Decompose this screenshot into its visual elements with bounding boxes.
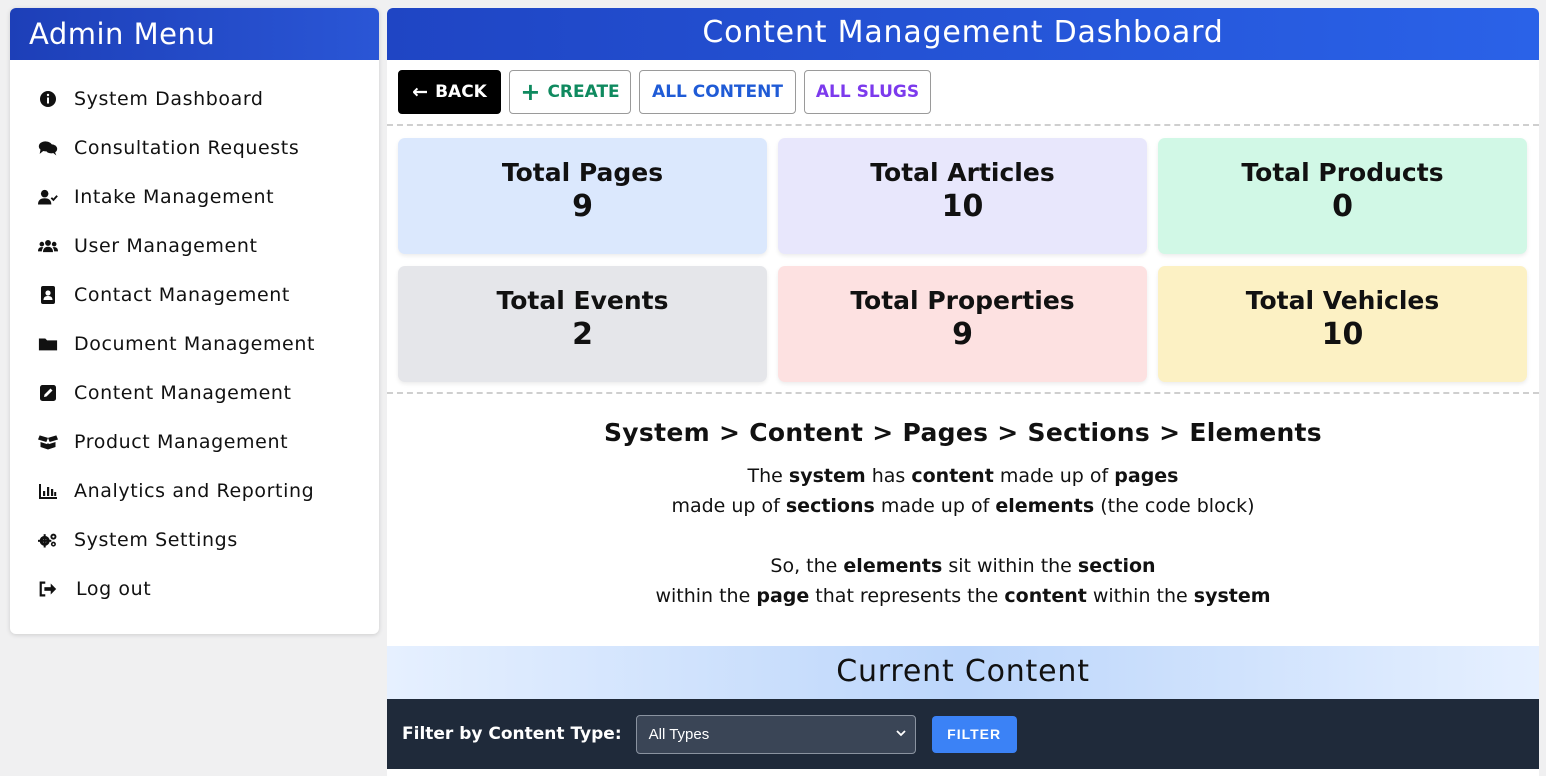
stat-title: Total Products [1241, 158, 1444, 187]
sidebar-item-label: Contact Management [74, 283, 290, 306]
hierarchy-explanation: System > Content > Pages > Sections > El… [387, 394, 1539, 646]
stat-value: 9 [952, 317, 973, 352]
back-button[interactable]: ← BACK [398, 70, 501, 114]
stat-card-total-articles: Total Articles 10 [778, 138, 1147, 254]
explanation-line-1: The system has content made up of pages [747, 465, 1179, 487]
all-content-button[interactable]: ALL CONTENT [639, 70, 796, 114]
stat-title: Total Properties [850, 286, 1075, 315]
address-book-icon [37, 284, 59, 306]
stat-value: 0 [1332, 189, 1353, 224]
explanation-line-4: within the page that represents the cont… [655, 585, 1271, 607]
sidebar-item-system-dashboard[interactable]: System Dashboard [10, 74, 379, 123]
hierarchy-title: System > Content > Pages > Sections > El… [604, 418, 1322, 447]
info-circle-icon [37, 88, 59, 110]
stat-value: 10 [941, 189, 984, 224]
sidebar-item-label: Analytics and Reporting [74, 479, 315, 502]
all-slugs-button[interactable]: ALL SLUGS [804, 70, 931, 114]
chevron-down-icon [895, 726, 907, 743]
action-toolbar: ← BACK + CREATE ALL CONTENT ALL SLUGS [387, 60, 1539, 126]
all-slugs-button-label: ALL SLUGS [815, 82, 920, 102]
sidebar-item-label: Consultation Requests [74, 136, 300, 159]
comments-icon [37, 137, 59, 159]
page-title: Content Management Dashboard [387, 8, 1539, 60]
sidebar-item-consultation-requests[interactable]: Consultation Requests [10, 123, 379, 172]
sidebar-item-product-management[interactable]: Product Management [10, 417, 379, 466]
sidebar-menu: System Dashboard Consultation Requests I… [10, 60, 379, 613]
create-button[interactable]: + CREATE [509, 70, 631, 114]
stat-title: Total Pages [501, 158, 664, 187]
stat-card-total-events: Total Events 2 [398, 266, 767, 382]
main-panel: Content Management Dashboard ← BACK + CR… [387, 8, 1539, 776]
sidebar-item-system-settings[interactable]: System Settings [10, 515, 379, 564]
sidebar-item-log-out[interactable]: Log out [10, 564, 379, 613]
sidebar-item-label: System Dashboard [74, 87, 264, 110]
sidebar-title: Admin Menu [10, 8, 379, 60]
explanation-line-3: So, the elements sit within the section [770, 555, 1156, 577]
explanation-line-2: made up of sections made up of elements … [671, 495, 1255, 517]
filter-button[interactable]: FILTER [931, 715, 1017, 753]
sidebar-item-label: Product Management [74, 430, 289, 453]
arrow-left-icon: ← [412, 81, 429, 103]
current-content-title: Current Content [387, 646, 1539, 699]
chart-bar-icon [37, 480, 59, 502]
stats-grid: Total Pages 9 Total Articles 10 Total Pr… [387, 126, 1539, 394]
users-icon [37, 235, 59, 257]
sidebar-item-label: User Management [74, 234, 258, 257]
stat-value: 2 [572, 317, 593, 352]
box-open-icon [37, 431, 59, 453]
stat-value: 10 [1321, 317, 1364, 352]
stat-card-total-vehicles: Total Vehicles 10 [1158, 266, 1527, 382]
all-content-button-label: ALL CONTENT [652, 82, 783, 102]
content-type-select-value: All Types [648, 725, 710, 743]
sidebar-item-label: System Settings [74, 528, 238, 551]
sidebar-item-analytics-and-reporting[interactable]: Analytics and Reporting [10, 466, 379, 515]
folder-icon [37, 333, 59, 355]
stat-title: Total Articles [870, 158, 1055, 187]
stat-card-total-pages: Total Pages 9 [398, 138, 767, 254]
stat-card-total-products: Total Products 0 [1158, 138, 1527, 254]
sidebar-item-contact-management[interactable]: Contact Management [10, 270, 379, 319]
content-type-select[interactable]: All Types [635, 714, 916, 754]
sidebar-item-user-management[interactable]: User Management [10, 221, 379, 270]
create-button-label: CREATE [547, 82, 620, 102]
edit-icon [37, 382, 59, 404]
explanation-paragraph-2: So, the elements sit within the section … [387, 551, 1539, 611]
sign-out-icon [37, 578, 59, 600]
admin-sidebar: Admin Menu System Dashboard Consultation… [10, 8, 379, 634]
sidebar-item-label: Log out [76, 577, 152, 600]
sidebar-item-document-management[interactable]: Document Management [10, 319, 379, 368]
stat-card-total-properties: Total Properties 9 [778, 266, 1147, 382]
explanation-paragraph-1: The system has content made up of pages … [387, 461, 1539, 521]
sidebar-item-content-management[interactable]: Content Management [10, 368, 379, 417]
cogs-icon [37, 529, 59, 551]
filter-bar: Filter by Content Type: All Types FILTER [387, 699, 1539, 769]
stat-title: Total Vehicles [1245, 286, 1440, 315]
sidebar-item-label: Intake Management [74, 185, 275, 208]
stat-title: Total Events [496, 286, 669, 315]
filter-label: Filter by Content Type: [402, 724, 622, 744]
sidebar-item-label: Content Management [74, 381, 292, 404]
plus-icon: + [520, 78, 541, 106]
stat-value: 9 [572, 189, 593, 224]
back-button-label: BACK [435, 82, 487, 102]
sidebar-item-label: Document Management [74, 332, 316, 355]
user-check-icon [37, 186, 59, 208]
sidebar-item-intake-management[interactable]: Intake Management [10, 172, 379, 221]
